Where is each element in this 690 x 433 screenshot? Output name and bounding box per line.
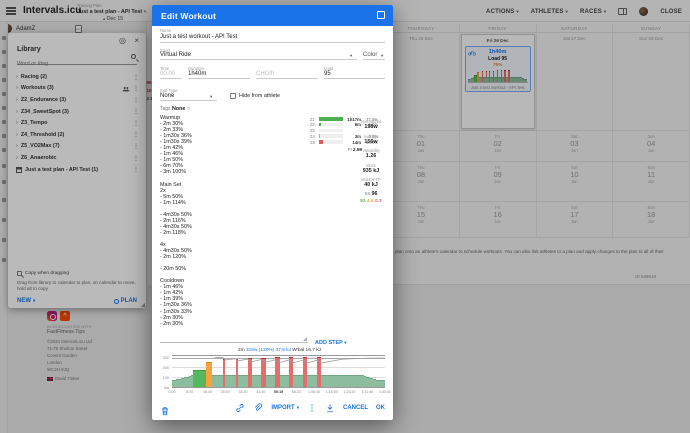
chart-x-axis: 0:00 8:20 16:40 25:00 33:20 41:40 50:19 58:20 1:… xyxy=(172,390,385,396)
stress-score: SS 96 xyxy=(355,191,387,197)
zone-label: Z5 xyxy=(310,140,315,145)
chart-hover-readout: 2m 318w (120%) 37.6 kJ W'bal 16.7 kJ xyxy=(172,348,387,353)
zone-bar xyxy=(319,134,343,138)
zone-bar xyxy=(319,140,343,144)
zone-label: Z2 xyxy=(310,122,315,127)
color-select[interactable]: Color xyxy=(363,52,377,58)
y-axis-label: 100 xyxy=(157,376,169,380)
steps-resize-handle[interactable] xyxy=(303,337,307,341)
duration-field[interactable]: 1h40m xyxy=(188,71,206,77)
zone-label: Z4 xyxy=(310,134,315,139)
x-axis-label: 16:40 xyxy=(203,390,212,394)
x-axis-label: 33:20 xyxy=(238,390,247,394)
link-icon[interactable] xyxy=(235,403,245,413)
workout-steps-text[interactable]: Warmup - 2m 30% - 2m 33% - 1m30s 36% - 1… xyxy=(160,115,310,327)
maximize-icon[interactable] xyxy=(377,11,385,19)
x-axis-label: 0:00 xyxy=(169,390,176,394)
y-axis-label: 0w xyxy=(157,386,169,390)
zone-label: Z1 xyxy=(310,117,315,122)
y-axis-label: 300 xyxy=(157,356,169,360)
time-field[interactable]: 00:00 xyxy=(160,71,175,77)
stat-value: 40 kJ xyxy=(355,182,387,188)
sport-select[interactable]: Virtual Ride xyxy=(160,52,191,58)
edit-workout-dialog: Edit Workout Name Just a test workout - … xyxy=(152,5,393,420)
name-label: Name xyxy=(160,28,171,33)
tags-row[interactable]: Tags None ✎ xyxy=(160,106,190,112)
x-axis-label: 1:40:00 xyxy=(379,390,391,394)
zone-bar xyxy=(319,129,343,133)
subtype-select[interactable]: None xyxy=(160,93,174,99)
dialog-title: Edit Workout xyxy=(161,11,216,21)
wbal-line xyxy=(172,356,385,387)
x-axis-label: 1:06:40 xyxy=(308,390,320,394)
hide-from-athlete-checkbox[interactable] xyxy=(230,93,236,99)
ok-button[interactable]: OK xyxy=(376,405,385,411)
cancel-button[interactable]: CANCEL xyxy=(343,405,368,411)
stress-detail: 92 4.5 0.3 xyxy=(355,198,387,203)
hide-from-athlete-label: Hide from athlete xyxy=(239,93,280,99)
zone-bar xyxy=(319,117,343,121)
stat-value: 198w xyxy=(355,124,387,130)
dialog-toolbar: IMPORT ▾ CANCEL OK xyxy=(152,401,393,417)
x-axis-label: 1:31:40 xyxy=(361,390,373,394)
download-icon[interactable] xyxy=(325,403,335,413)
import-button[interactable]: IMPORT ▾ xyxy=(271,405,299,411)
attachment-icon[interactable] xyxy=(253,403,263,413)
workout-profile-chart[interactable] xyxy=(172,355,385,388)
stat-value: 1.26 xyxy=(355,153,387,159)
stat-value: 935 kJ xyxy=(355,168,387,174)
x-axis-label: 50:19 xyxy=(274,390,283,394)
cho-field[interactable]: CHO/h xyxy=(256,71,274,77)
dialog-header[interactable]: Edit Workout xyxy=(152,5,393,26)
stat-value: 156w xyxy=(355,139,387,145)
x-axis-label: 8:20 xyxy=(186,390,193,394)
workout-stats: Normalized198wAverage156wVariability1.26… xyxy=(355,116,387,203)
name-field[interactable]: Just a test workout - API Test xyxy=(160,34,237,40)
y-axis-label: 200 xyxy=(157,366,169,370)
x-axis-label: 1:15:00 xyxy=(326,390,338,394)
x-axis-label: 1:23:20 xyxy=(344,390,356,394)
x-axis-label: 41:40 xyxy=(256,390,265,394)
x-axis-label: 58:20 xyxy=(292,390,301,394)
more-options-icon[interactable] xyxy=(307,403,317,413)
x-axis-label: 25:00 xyxy=(221,390,230,394)
add-step-button[interactable]: ADD STEP ▾ xyxy=(315,340,347,346)
delete-icon[interactable] xyxy=(160,406,170,416)
zone-label: Z3 xyxy=(310,128,315,133)
load-field[interactable]: 95 xyxy=(324,71,331,77)
zone-bar xyxy=(319,123,343,127)
